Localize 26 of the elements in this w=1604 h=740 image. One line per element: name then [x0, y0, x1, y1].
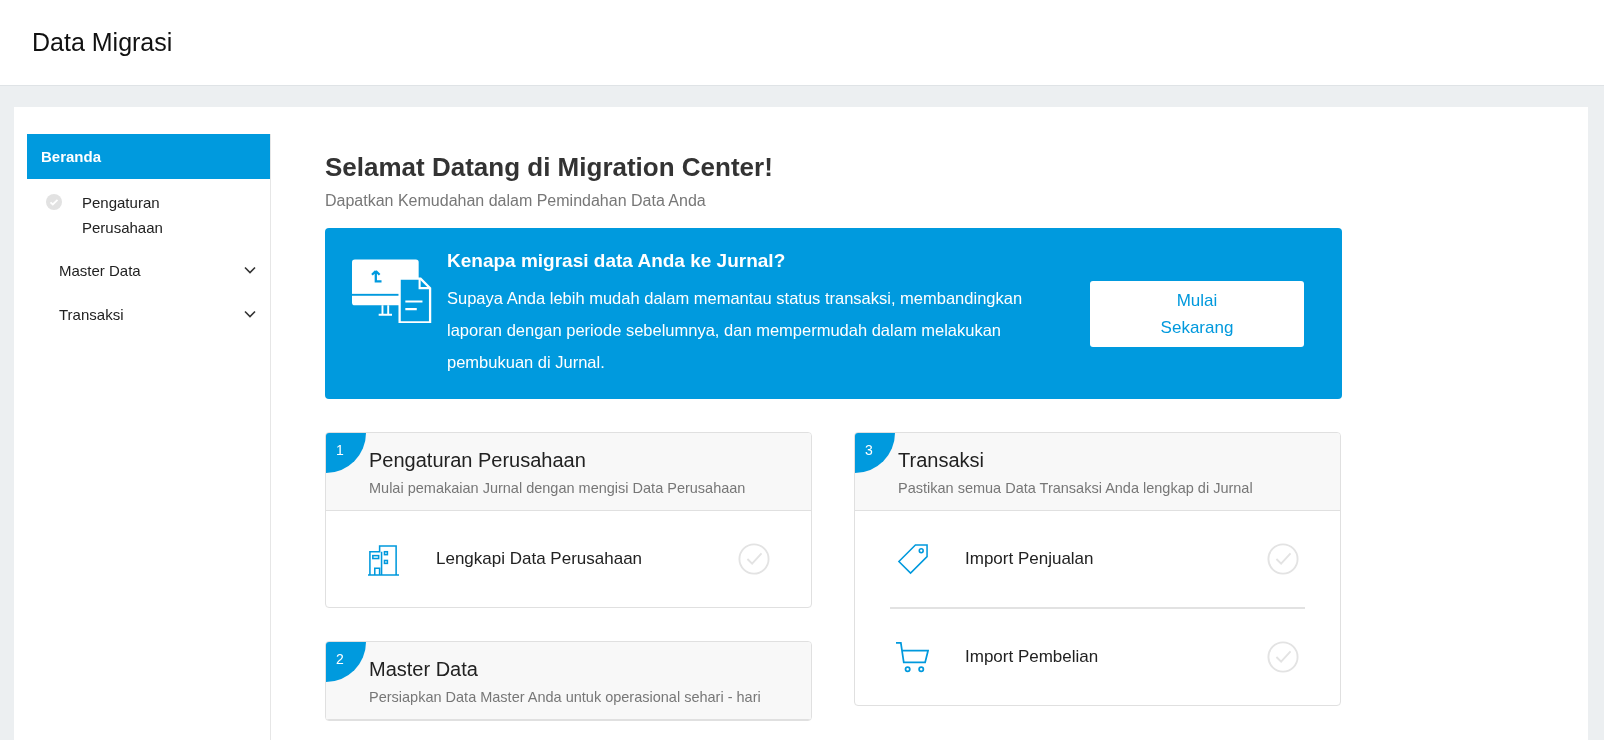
shopping-cart-icon: [896, 640, 929, 674]
task-link[interactable]: Import Penjualan: [965, 549, 1267, 569]
step-number: 2: [326, 642, 366, 682]
step-number: 3: [855, 433, 895, 473]
monitor-document-icon: [352, 259, 432, 323]
task-link[interactable]: Import Pembelian: [965, 647, 1267, 667]
card-subtitle: Persiapkan Data Master Anda untuk operasional sehari - hari: [369, 689, 762, 705]
chevron-down-icon[interactable]: [244, 310, 256, 318]
task-link[interactable]: Lengkapi Data Perusahaan: [436, 549, 738, 569]
welcome-title: Selamat Datang di Migration Center!: [325, 152, 774, 183]
page-title: Data Migrasi: [32, 28, 173, 57]
banner-text: Supaya Anda lebih mudah dalam memantau status transaksi, membandingkan laporan dengan periode sebelumnya, dan mempermudah dalam melakukan pembukuan di Jurnal.: [447, 287, 1024, 373]
card-title: Transaksi: [898, 449, 985, 472]
step-number: 1: [326, 433, 366, 473]
card-subtitle: Mulai pemakaian Jurnal dengan mengisi Data Perusahaan: [369, 480, 747, 496]
tag-icon: [896, 542, 929, 576]
chevron-down-icon[interactable]: [244, 266, 256, 274]
sidebar-item[interactable]: Transaksi: [59, 305, 124, 323]
welcome-subtitle: Dapatkan Kemudahan dalam Pemindahan Data Anda: [325, 192, 707, 210]
sidebar-item[interactable]: Pengaturan Perusahaan: [82, 190, 192, 240]
banner-title: Kenapa migrasi data Anda ke Jurnal?: [447, 249, 787, 272]
sidebar-item[interactable]: Master Data: [59, 261, 141, 279]
card-subtitle: Pastikan semua Data Transaksi Anda lengkap di Jurnal: [898, 480, 1254, 496]
card-title: Master Data: [369, 658, 479, 681]
building-icon: [367, 542, 400, 576]
card-title: Pengaturan Perusahaan: [369, 449, 587, 472]
